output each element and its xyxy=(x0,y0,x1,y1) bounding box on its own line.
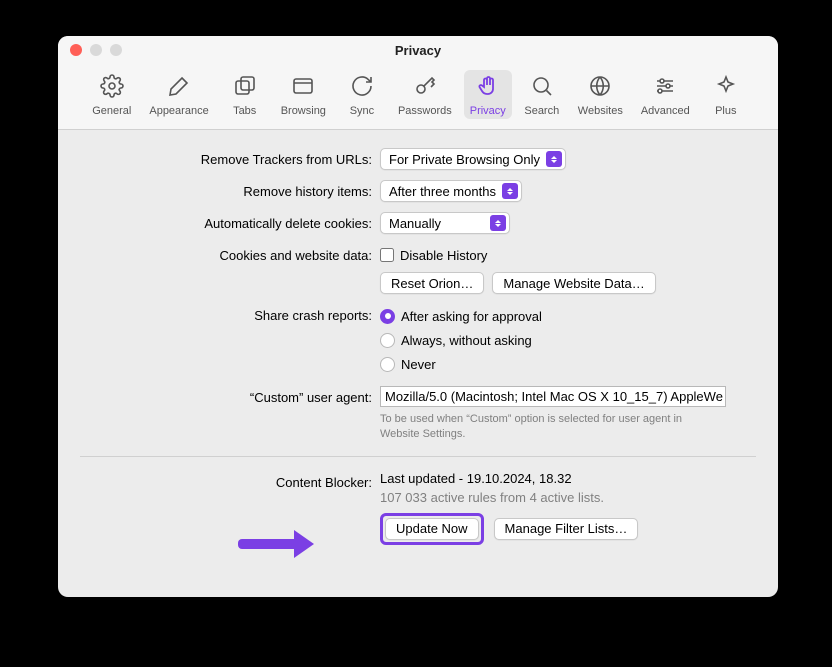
tabs-icon xyxy=(233,74,257,101)
preferences-window: Privacy General Appearance Tabs Browsing Syn… xyxy=(58,36,778,597)
toolbar-privacy[interactable]: Privacy xyxy=(464,70,512,119)
titlebar: Privacy xyxy=(58,36,778,64)
reset-orion-button[interactable]: Reset Orion… xyxy=(380,272,484,294)
toolbar-tabs[interactable]: Tabs xyxy=(221,70,269,119)
toolbar-label: Tabs xyxy=(233,105,256,117)
key-icon xyxy=(413,74,437,101)
toolbar-label: Advanced xyxy=(641,105,690,117)
update-now-highlight: Update Now xyxy=(380,513,484,545)
toolbar-label: Search xyxy=(524,105,559,117)
chevron-updown-icon xyxy=(502,183,518,199)
remove-history-value: After three months xyxy=(389,184,496,199)
update-now-button[interactable]: Update Now xyxy=(385,518,479,540)
disable-history-label: Disable History xyxy=(400,248,487,263)
manage-filter-lists-button[interactable]: Manage Filter Lists… xyxy=(494,518,639,540)
brush-icon xyxy=(167,74,191,101)
content-blocker-label: Content Blocker: xyxy=(80,471,380,490)
toolbar-label: Passwords xyxy=(398,105,452,117)
window-title: Privacy xyxy=(58,43,778,58)
user-agent-help: To be used when “Custom” option is selec… xyxy=(380,412,720,442)
toolbar-passwords[interactable]: Passwords xyxy=(392,70,458,119)
crash-radio-option[interactable]: After asking for approval xyxy=(380,304,756,328)
remove-history-select[interactable]: After three months xyxy=(380,180,522,202)
disable-history-input[interactable] xyxy=(380,248,394,262)
toolbar-label: Privacy xyxy=(470,105,506,117)
auto-delete-cookies-label: Automatically delete cookies: xyxy=(80,212,380,231)
manage-website-data-button[interactable]: Manage Website Data… xyxy=(492,272,655,294)
toolbar-websites[interactable]: Websites xyxy=(572,70,629,119)
disable-history-checkbox[interactable]: Disable History xyxy=(380,244,756,266)
window-icon xyxy=(291,74,315,101)
radio-icon xyxy=(380,333,395,348)
content-blocker-rules: 107 033 active rules from 4 active lists… xyxy=(380,490,756,505)
annotation-arrow xyxy=(238,530,314,558)
crash-radio-option[interactable]: Always, without asking xyxy=(380,328,756,352)
toolbar-sync[interactable]: Sync xyxy=(338,70,386,119)
cookies-data-label: Cookies and website data: xyxy=(80,244,380,263)
toolbar-browsing[interactable]: Browsing xyxy=(275,70,332,119)
remove-history-label: Remove history items: xyxy=(80,180,380,199)
toolbar-advanced[interactable]: Advanced xyxy=(635,70,696,119)
crash-radio-option[interactable]: Never xyxy=(380,352,756,376)
remove-trackers-label: Remove Trackers from URLs: xyxy=(80,148,380,167)
toolbar-search[interactable]: Search xyxy=(518,70,566,119)
toolbar-label: General xyxy=(92,105,131,117)
toolbar-label: Browsing xyxy=(281,105,326,117)
toolbar-plus[interactable]: Plus xyxy=(702,70,750,119)
toolbar-label: Appearance xyxy=(149,105,208,117)
crash-radio-label: After asking for approval xyxy=(401,309,542,324)
radio-icon xyxy=(380,357,395,372)
hand-icon xyxy=(476,74,500,101)
privacy-pane: Remove Trackers from URLs: For Private B… xyxy=(58,130,778,557)
auto-delete-cookies-value: Manually xyxy=(389,216,441,231)
toolbar-label: Sync xyxy=(350,105,374,117)
crash-radio-label: Always, without asking xyxy=(401,333,532,348)
remove-trackers-value: For Private Browsing Only xyxy=(389,152,540,167)
sync-icon xyxy=(350,74,374,101)
user-agent-input[interactable]: Mozilla/5.0 (Macintosh; Intel Mac OS X 1… xyxy=(380,386,726,407)
radio-icon xyxy=(380,309,395,324)
crash-radio-label: Never xyxy=(401,357,436,372)
sliders-icon xyxy=(653,74,677,101)
search-icon xyxy=(530,74,554,101)
toolbar-label: Websites xyxy=(578,105,623,117)
toolbar-label: Plus xyxy=(715,105,736,117)
user-agent-label: “Custom” user agent: xyxy=(80,386,380,405)
globe-icon xyxy=(588,74,612,101)
prefs-toolbar: General Appearance Tabs Browsing Sync Passwor… xyxy=(58,64,778,130)
chevron-updown-icon xyxy=(546,151,562,167)
toolbar-general[interactable]: General xyxy=(86,70,137,119)
section-divider xyxy=(80,456,756,457)
chevron-updown-icon xyxy=(490,215,506,231)
toolbar-appearance[interactable]: Appearance xyxy=(143,70,214,119)
crash-reports-label: Share crash reports: xyxy=(80,304,380,323)
remove-trackers-select[interactable]: For Private Browsing Only xyxy=(380,148,566,170)
gear-icon xyxy=(100,74,124,101)
content-blocker-updated: Last updated - 19.10.2024, 18.32 xyxy=(380,471,756,486)
sparkle-icon xyxy=(714,74,738,101)
crash-report-radios: After asking for approval Always, without… xyxy=(380,304,756,376)
auto-delete-cookies-select[interactable]: Manually xyxy=(380,212,510,234)
